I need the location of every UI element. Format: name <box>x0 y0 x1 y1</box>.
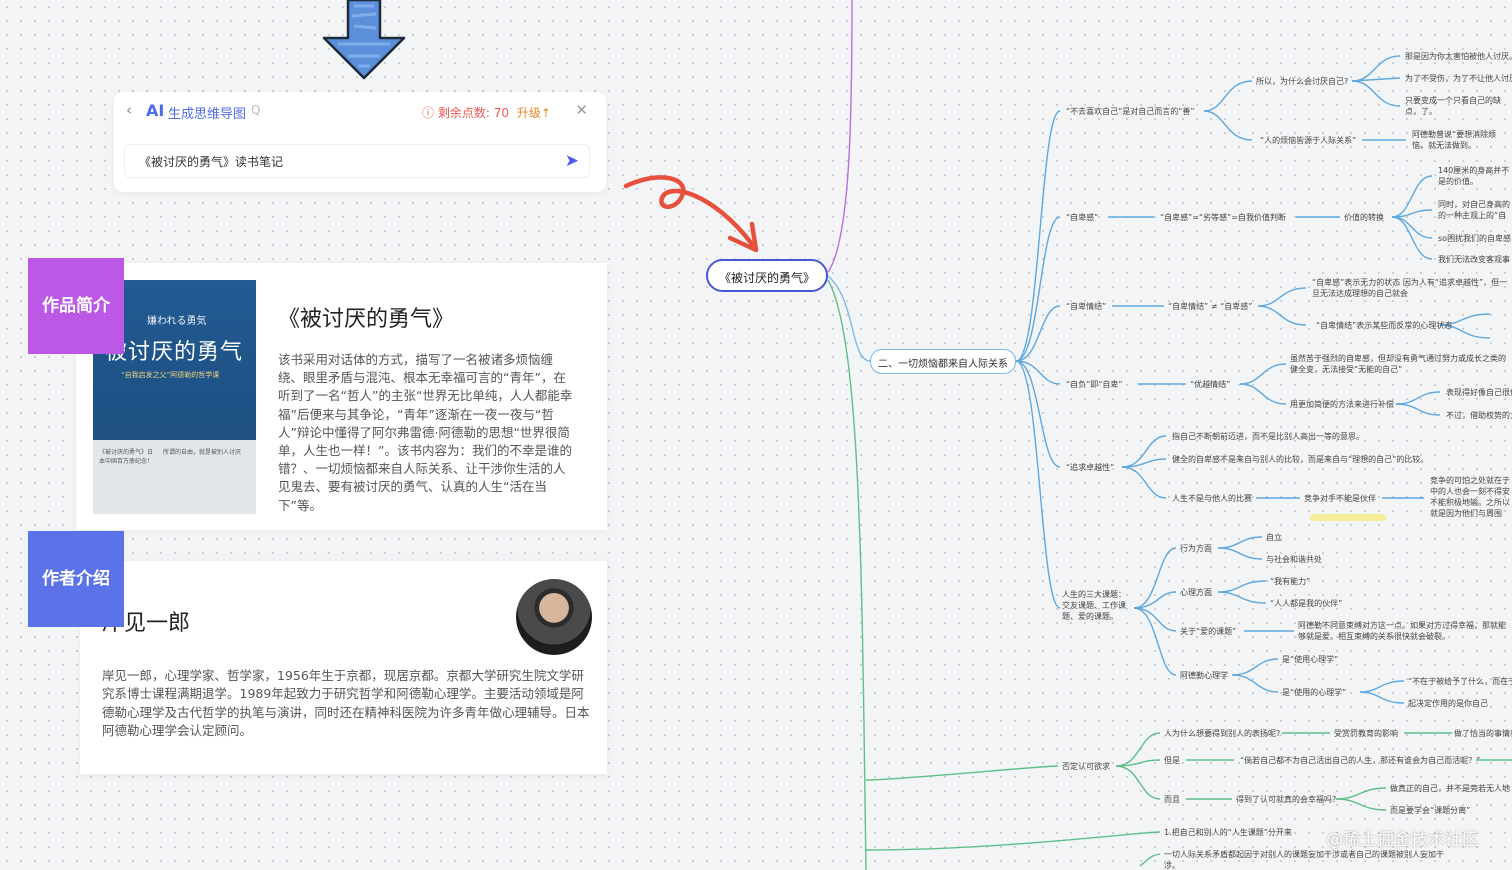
mindmap-node[interactable]: 用更加简便的方法来进行补偿 <box>1290 399 1394 410</box>
mindmap-node[interactable]: 是“使用心理学” <box>1282 654 1338 665</box>
mindmap-node[interactable]: “人人都是我的伙伴” <box>1270 598 1342 609</box>
mindmap-node[interactable]: 一切人际关系矛盾都起因于对别人的课题妄加干涉或者自己的课题被别人妄加干涉。 <box>1164 849 1444 870</box>
mindmap-node[interactable]: 为了不受伤，为了不让他人讨厌 <box>1405 73 1512 84</box>
mindmap-node[interactable]: “自卑感” <box>1066 212 1098 223</box>
mindmap-node[interactable]: 做了恰当的事情就 <box>1454 728 1512 739</box>
mindmap-node[interactable]: 与社会和谐共处 <box>1266 554 1322 565</box>
mindmap-node[interactable]: 虽然苦于强烈的自卑感，但却没有勇气通过努力或成长之类的健全变，无法接受“无能的自… <box>1290 353 1512 375</box>
mindmap-node[interactable]: “自负”即“自卑” <box>1066 379 1123 390</box>
mindmap-node[interactable]: 做真正的自己，并不是旁若无人地 <box>1390 783 1510 794</box>
mindmap-node[interactable]: 人生不是与他人的比赛 <box>1172 493 1252 504</box>
mindmap-node[interactable]: 同时，对自己身高的的一种主观上的“自 <box>1438 199 1512 221</box>
mindmap-node[interactable]: 关于“爱的课题” <box>1180 626 1236 637</box>
mindmap-node[interactable]: “优越情结” <box>1190 379 1230 390</box>
mindmap-node[interactable]: “自卑感”表示无力的状态 因为人有“追求卓越性”，但一旦无法达成理想的自己就会 <box>1312 277 1512 299</box>
mindmap-node[interactable]: 阿德勒不同意束缚对方这一点。如果对方过得幸福，那就能够就是爱。相互束缚的关系很快… <box>1298 620 1512 642</box>
mindmap-node[interactable]: 而是要学会“课题分离” <box>1390 805 1470 816</box>
mindmap-node[interactable]: 起决定作用的是你自己 <box>1408 698 1488 709</box>
mindmap-node[interactable]: 健全的自卑感不是来自与别人的比较，而是来自与“理想的自己”的比较。 <box>1172 454 1428 465</box>
mindmap-node[interactable]: “自卑感”=“劣等感”=自我价值判断 <box>1160 212 1286 223</box>
mindmap-node[interactable]: “不去喜欢自己”是对自己而言的“善” <box>1066 106 1195 117</box>
mindmap-node[interactable]: 阿德勒曾说“要想消除烦恼，就无法做到。 <box>1412 129 1512 151</box>
mindmap-node[interactable]: 竞争的可怕之处就在于中的人也会一刻不得安不能积极地输。之所以就是因为他们与周围 <box>1430 475 1512 519</box>
mindmap-node[interactable]: so困扰我们的自卑感 <box>1438 233 1511 244</box>
mindmap-node[interactable]: 只要变成一个只看自己的缺点，了。 <box>1405 95 1512 117</box>
mindmap-node[interactable]: 竞争对手不能是伙伴 <box>1304 493 1376 504</box>
mindmap-node[interactable]: 所以，为什么会讨厌自己? <box>1256 76 1348 87</box>
mindmap-node[interactable]: “人的烦恼皆源于人际关系” <box>1260 135 1356 146</box>
mindmap-node[interactable]: 得到了认可就真的会幸福吗? <box>1236 794 1336 805</box>
mindmap-node[interactable]: 但是 <box>1164 755 1180 766</box>
mindmap-node[interactable]: 人为什么想要得到别人的表扬呢? <box>1164 728 1280 739</box>
watermark: @稀土掘金技术社区 <box>1326 830 1479 850</box>
mindmap-node[interactable]: “不在于被给予了什么，而在于 <box>1408 676 1512 687</box>
mindmap-node[interactable]: 阿德勒心理学 <box>1180 670 1228 681</box>
mindmap-node[interactable]: 行为方面 <box>1180 543 1212 554</box>
mindmap-node[interactable]: 否定认可欲求 <box>1062 761 1110 772</box>
mindmap-node[interactable]: 不过，借助权势的力 <box>1446 410 1512 421</box>
mindmap-root-node[interactable]: 《被讨厌的勇气》 <box>706 259 828 292</box>
mindmap-node[interactable]: “倘若自己都不为自己活出自己的人生，那还有谁会为自己而活呢？” <box>1240 755 1480 766</box>
mindmap-branch-node[interactable]: 二、一切烦恼都来自人际关系 <box>870 349 1016 374</box>
mindmap-node[interactable]: “自卑情结” ≠ “自卑感” <box>1168 301 1252 312</box>
mindmap-node[interactable]: “自卑情结”表示某些而反常的心理状态 <box>1316 320 1452 331</box>
mindmap-node[interactable]: 价值的转换 <box>1344 212 1384 223</box>
mindmap-node[interactable]: 140厘米的身高并不是的价值。 <box>1438 165 1512 187</box>
mindmap-node[interactable]: 那是因为你太害怕被他人讨厌。 <box>1405 51 1512 62</box>
mindmap-node[interactable]: 而且 <box>1164 794 1180 805</box>
highlight-mark <box>1310 514 1386 521</box>
mindmap-node[interactable]: 我们无法改变客观事 <box>1438 254 1510 265</box>
mindmap-node[interactable]: “自卑情结” <box>1066 301 1106 312</box>
mindmap-node[interactable]: 是“使用的心理学” <box>1282 687 1346 698</box>
mindmap-node[interactable]: “我有能力” <box>1270 576 1310 587</box>
mindmap-node[interactable]: 人生的三大课题：交友课题、工作课题、爱的课题。 <box>1062 589 1130 622</box>
mindmap-node[interactable]: 表现得好像自己很优 <box>1446 387 1512 398</box>
mindmap-node[interactable]: 心理方面 <box>1180 587 1212 598</box>
mindmap-node[interactable]: 指自己不断朝前迈进，而不是比别人高出一等的意思。 <box>1172 431 1364 442</box>
mindmap-node[interactable]: 自立 <box>1266 532 1282 543</box>
mindmap-node[interactable]: “追求卓越性” <box>1066 462 1114 473</box>
mindmap-node[interactable]: 1.把自己和别人的“人生课题”分开来 <box>1164 827 1292 838</box>
mindmap-node[interactable]: 受赏罚教育的影响 <box>1334 728 1398 739</box>
